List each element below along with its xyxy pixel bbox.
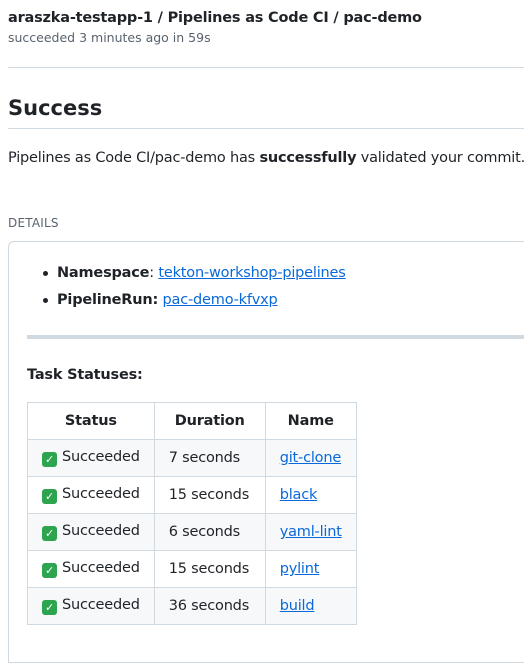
summary-prefix: Pipelines as Code CI/pac-demo has: [8, 150, 260, 166]
duration-cell: 7 seconds: [153, 439, 266, 477]
column-header-name: Name: [264, 402, 357, 440]
column-header-duration: Duration: [153, 402, 266, 440]
status-text: Succeeded: [62, 486, 140, 502]
table-row: ✓ Succeeded 36 seconds build: [27, 587, 357, 625]
result-heading: Success: [8, 96, 103, 120]
status-text: Succeeded: [62, 560, 140, 576]
details-properties: Namespace: tekton-workshop-pipelines Pip…: [43, 260, 346, 314]
table-row: ✓ Succeeded 15 seconds black: [27, 476, 357, 514]
name-cell: build: [264, 587, 357, 625]
check-mark-icon: ✓: [42, 452, 57, 467]
table-row: ✓ Succeeded 7 seconds git-clone: [27, 439, 357, 477]
task-name-link[interactable]: pylint: [280, 561, 320, 577]
namespace-key: Namespace: [57, 265, 150, 281]
namespace-item: Namespace: tekton-workshop-pipelines: [43, 260, 346, 287]
heading-divider: [8, 128, 524, 129]
check-mark-icon: ✓: [42, 526, 57, 541]
check-mark-icon: ✓: [42, 563, 57, 578]
table-row: ✓ Succeeded 15 seconds pylint: [27, 550, 357, 588]
pipelinerun-item: PipelineRun: pac-demo-kfvxp: [43, 287, 346, 314]
table-header-row: Status Duration Name: [27, 402, 357, 440]
header-divider: [8, 67, 524, 68]
duration-cell: 6 seconds: [153, 513, 266, 551]
section-divider: [27, 335, 524, 339]
task-statuses-title: Task Statuses:: [27, 367, 143, 383]
task-name-link[interactable]: build: [280, 598, 315, 614]
check-run-status-line: succeeded 3 minutes ago in 59s: [8, 30, 211, 45]
table-row: ✓ Succeeded 6 seconds yaml-lint: [27, 513, 357, 551]
status-cell: ✓ Succeeded: [27, 513, 155, 551]
result-summary: Pipelines as Code CI/pac-demo has succes…: [8, 148, 524, 168]
pipelinerun-link[interactable]: pac-demo-kfvxp: [163, 292, 278, 308]
column-header-status: Status: [27, 402, 155, 440]
name-cell: yaml-lint: [264, 513, 357, 551]
check-run-header: araszka-testapp-1 / Pipelines as Code CI…: [8, 8, 422, 47]
status-cell: ✓ Succeeded: [27, 587, 155, 625]
status-cell: ✓ Succeeded: [27, 439, 155, 477]
pipelinerun-key: PipelineRun:: [57, 292, 159, 308]
status-cell: ✓ Succeeded: [27, 476, 155, 514]
check-run-title: araszka-testapp-1 / Pipelines as Code CI…: [8, 10, 422, 26]
details-label: DETAILS: [8, 216, 59, 230]
task-name-link[interactable]: git-clone: [280, 450, 342, 466]
duration-cell: 15 seconds: [153, 550, 266, 588]
namespace-link[interactable]: tekton-workshop-pipelines: [158, 265, 345, 281]
summary-emphasis: successfully: [259, 150, 357, 166]
duration-cell: 36 seconds: [153, 587, 266, 625]
name-cell: git-clone: [264, 439, 357, 477]
duration-cell: 15 seconds: [153, 476, 266, 514]
status-text: Succeeded: [62, 597, 140, 613]
task-name-link[interactable]: black: [280, 487, 318, 503]
status-text: Succeeded: [62, 449, 140, 465]
summary-suffix: validated your commit.: [356, 150, 524, 166]
status-cell: ✓ Succeeded: [27, 550, 155, 588]
status-text: Succeeded: [62, 523, 140, 539]
check-mark-icon: ✓: [42, 600, 57, 615]
name-cell: pylint: [264, 550, 357, 588]
task-status-table: Status Duration Name ✓ Succeeded 7 second…: [27, 402, 357, 625]
name-cell: black: [264, 476, 357, 514]
task-name-link[interactable]: yaml-lint: [280, 524, 342, 540]
check-mark-icon: ✓: [42, 489, 57, 504]
